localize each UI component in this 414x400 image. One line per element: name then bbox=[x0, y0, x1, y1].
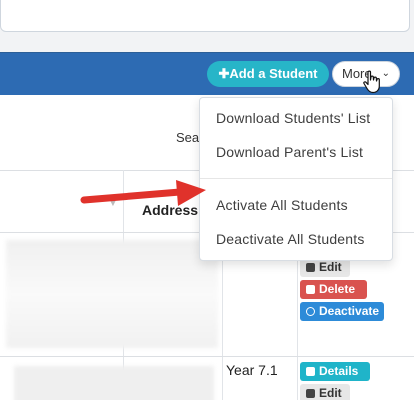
deactivate-button[interactable]: Deactivate bbox=[300, 302, 384, 321]
menu-divider bbox=[200, 178, 392, 179]
more-dropdown-menu: Download Students' List Download Parent'… bbox=[199, 97, 393, 261]
add-student-button[interactable]: ✚Add a Student bbox=[207, 61, 329, 87]
deactivate-label: Deactivate bbox=[319, 304, 380, 318]
edit-label: Edit bbox=[319, 386, 342, 400]
chevron-down-icon: ⌄ bbox=[381, 68, 390, 79]
menu-item-download-students[interactable]: Download Students' List bbox=[216, 110, 370, 126]
details-button[interactable]: Details bbox=[300, 362, 370, 381]
top-card bbox=[0, 0, 410, 32]
delete-button[interactable]: Delete bbox=[300, 280, 367, 299]
menu-item-activate-all[interactable]: Activate All Students bbox=[216, 197, 348, 213]
annotation-arrow-icon bbox=[80, 180, 206, 206]
trash-icon bbox=[306, 285, 315, 294]
year-cell: Year 7.1 bbox=[226, 362, 278, 378]
edit-icon bbox=[306, 263, 315, 272]
search-label: Sea bbox=[176, 130, 200, 145]
edit-icon bbox=[306, 389, 315, 398]
details-icon bbox=[306, 367, 315, 376]
hand-cursor-icon bbox=[363, 70, 380, 94]
menu-item-deactivate-all[interactable]: Deactivate All Students bbox=[216, 231, 365, 247]
add-student-label: Add a Student bbox=[229, 66, 318, 81]
details-label: Details bbox=[319, 364, 359, 378]
delete-label: Delete bbox=[319, 282, 356, 296]
edit-label: Edit bbox=[319, 260, 342, 274]
plus-icon: ✚ bbox=[218, 66, 230, 81]
edit-button[interactable]: Edit bbox=[300, 384, 350, 400]
blurred-student-info bbox=[14, 366, 214, 400]
menu-item-download-parents[interactable]: Download Parent's List bbox=[216, 144, 363, 160]
panel-header: ✚Add a Student More ⌄ bbox=[0, 53, 414, 95]
blurred-student-info bbox=[6, 240, 218, 348]
power-icon bbox=[306, 307, 315, 316]
table-row-border bbox=[0, 356, 414, 357]
page: ✚Add a Student More ⌄ Sea ▼ Address Edit… bbox=[0, 0, 414, 400]
